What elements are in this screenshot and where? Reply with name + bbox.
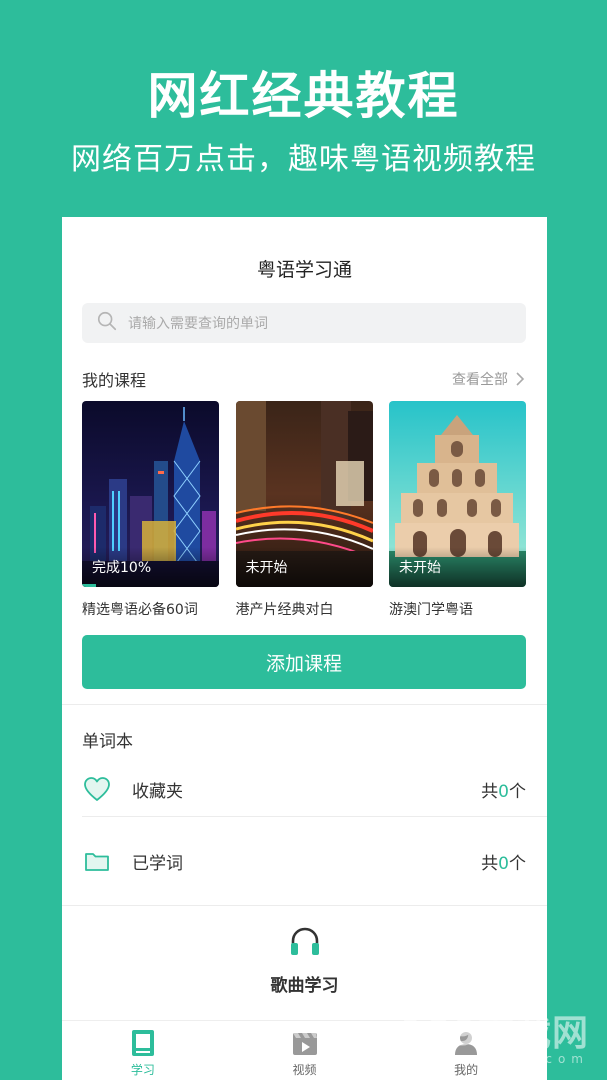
course-status: 未开始 (399, 560, 441, 576)
search-placeholder: 请输入需要查询的单词 (128, 316, 268, 332)
tab-label: 视频 (292, 1063, 317, 1077)
course-status: 完成10% (92, 560, 152, 576)
course-progress-bar (82, 584, 96, 587)
course-list: 完成10% 精选粤语必备60词 未开始 港产片经典对白 未开始 游澳门学粤语 (82, 401, 526, 619)
watermark-url: www.189d.com (424, 1052, 589, 1066)
wordbook-row-learned[interactable]: 已学词 共0个 (82, 841, 526, 881)
view-all-link[interactable]: 查看全部 (452, 369, 526, 389)
course-thumbnail-hong-kong-skyline: 完成10% (82, 401, 219, 587)
course-name: 港产片经典对白 (235, 602, 334, 618)
tab-label: 学习 (130, 1063, 155, 1077)
course-card[interactable]: 未开始 游澳门学粤语 (389, 401, 526, 619)
view-all-label: 查看全部 (452, 372, 508, 388)
promo-title: 网红经典教程 (147, 67, 460, 125)
phone-screen: 粤语学习通 请输入需要查询的单词 我的课程 查看全部 完成10% 精选粤语必备6… (62, 217, 547, 1080)
course-card[interactable]: 完成10% 精选粤语必备60词 (82, 401, 219, 619)
wordbook-title: 单词本 (82, 732, 133, 752)
wordbook-label: 已学词 (132, 853, 183, 874)
course-card[interactable]: 未开始 港产片经典对白 (235, 401, 373, 619)
song-learning-entry[interactable]: 歌曲学习 (62, 925, 547, 996)
course-thumbnail-city-lights: 未开始 (235, 401, 373, 587)
divider (82, 816, 547, 817)
site-watermark: 189下载网 www.189d.com (400, 1004, 589, 1066)
chevron-right-icon (516, 372, 525, 386)
tab-study[interactable]: 学习 (62, 1021, 224, 1080)
wordbook-label: 收藏夹 (132, 781, 183, 802)
divider (62, 704, 547, 705)
heart-icon (84, 777, 110, 801)
app-title: 粤语学习通 (256, 259, 352, 281)
divider (62, 905, 547, 906)
study-icon (131, 1030, 154, 1056)
song-learning-label: 歌曲学习 (270, 976, 339, 996)
promo-subtitle: 网络百万点击，趣味粤语视频教程 (71, 142, 536, 177)
wordbook-count: 共0个 (481, 781, 526, 802)
course-name: 游澳门学粤语 (389, 602, 473, 618)
course-status: 未开始 (245, 560, 288, 576)
wordbook-count: 共0个 (481, 853, 526, 874)
course-thumbnail-macau-ruins: 未开始 (389, 401, 526, 587)
course-name: 精选粤语必备60词 (82, 602, 198, 618)
headphones-icon (290, 927, 319, 955)
watermark-main: 189下载网 (399, 1013, 589, 1054)
folder-icon (85, 853, 109, 871)
add-course-button[interactable]: 添加课程 (82, 635, 526, 689)
video-icon (292, 1033, 317, 1055)
wordbook-row-favorites[interactable]: 收藏夹 共0个 (82, 769, 526, 809)
tab-video[interactable]: 视频 (224, 1021, 386, 1080)
search-input[interactable]: 请输入需要查询的单词 (82, 303, 526, 343)
my-courses-title: 我的课程 (82, 371, 147, 390)
my-courses-header: 我的课程 查看全部 (82, 367, 526, 391)
search-icon (96, 310, 118, 336)
